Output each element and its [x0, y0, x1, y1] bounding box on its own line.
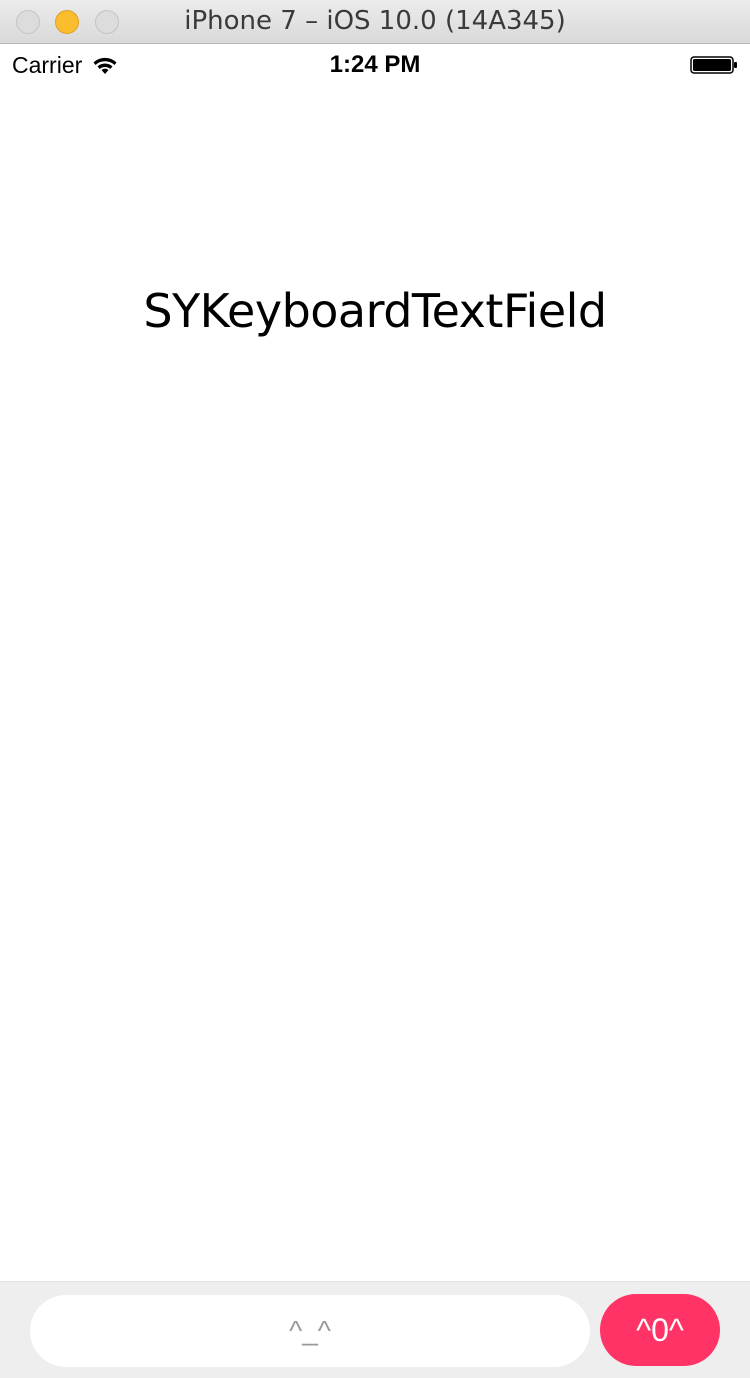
send-button-label: ^0^: [636, 1311, 684, 1348]
window-title-bar: iPhone 7 – iOS 10.0 (14A345): [0, 0, 750, 44]
keyboard-input-bar: ^_^ ^0^: [0, 1281, 750, 1378]
window-title: iPhone 7 – iOS 10.0 (14A345): [184, 6, 566, 36]
message-text-field[interactable]: ^_^: [30, 1295, 590, 1367]
ios-status-bar: Carrier 1:24 PM: [0, 44, 750, 86]
page-title: SYKeyboardTextField: [143, 284, 607, 338]
status-time: 1:24 PM: [329, 51, 421, 78]
battery-icon: [690, 56, 737, 74]
simulator-window: iPhone 7 – iOS 10.0 (14A345) Carrier 1:2…: [0, 0, 750, 1378]
send-button[interactable]: ^0^: [600, 1294, 720, 1366]
text-field-placeholder: ^_^: [289, 1315, 331, 1346]
